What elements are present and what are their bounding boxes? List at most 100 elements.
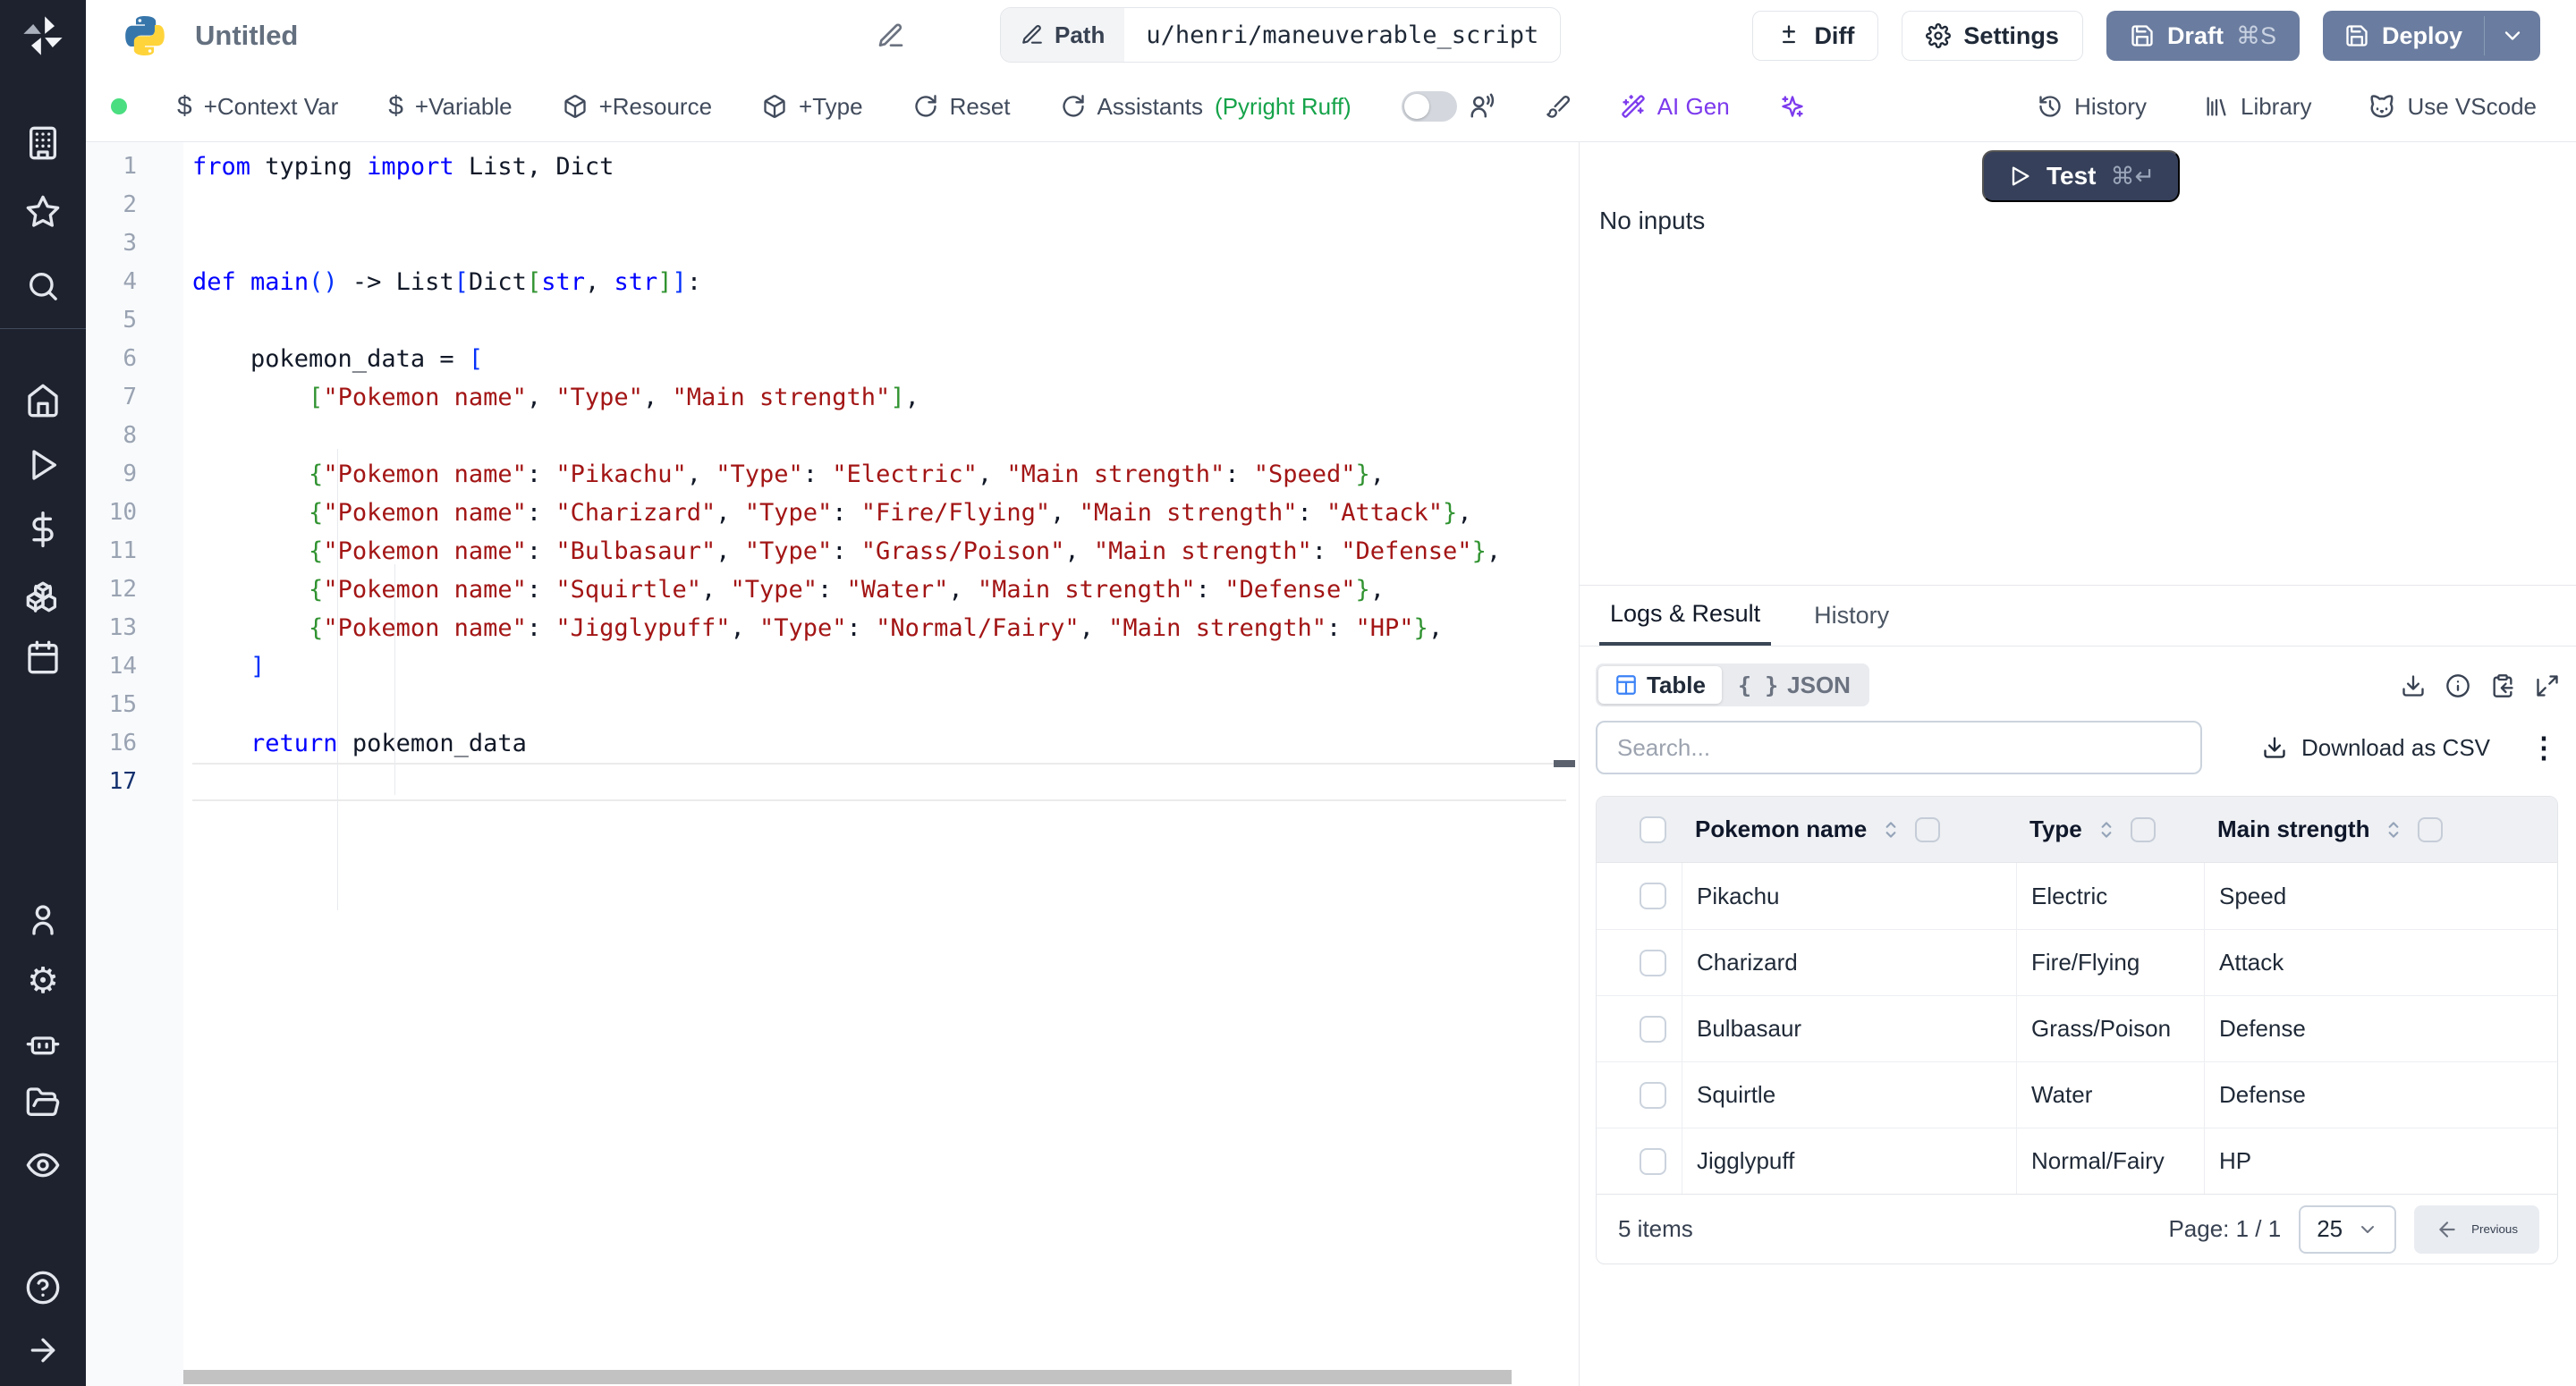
table-menu-kebab[interactable]: ⋮ [2529,731,2558,765]
code-line[interactable] [192,224,1566,263]
tab-history[interactable]: History [1803,586,1900,646]
header: Untitled Path u/henri/maneuverable_scrip… [86,0,2576,72]
assistants-button[interactable]: Assistants (Pyright Ruff) [1061,93,1352,121]
search-icon[interactable] [25,268,61,304]
code-line[interactable]: {"Pokemon name": "Jigglypuff", "Type": "… [192,609,1566,647]
code-lines[interactable]: from typing import List, Dict def main()… [192,142,1566,801]
code-line[interactable]: {"Pokemon name": "Pikachu", "Type": "Ele… [192,455,1566,494]
expand-result-icon[interactable] [2535,673,2560,698]
multiplayer-toggle[interactable] [1402,91,1457,122]
add-resource-button[interactable]: +Resource [563,93,712,121]
column-toggle-checkbox[interactable] [1915,817,1940,842]
table-row[interactable]: SquirtleWaterDefense [1597,1061,2557,1128]
plus-minus-icon [1776,23,1801,48]
code-line[interactable]: def main() -> List[Dict[str, str]]: [192,263,1566,301]
table-cell: Bulbasaur [1682,996,2017,1061]
audit-eye-icon[interactable] [25,1147,61,1183]
edit-summary-pencil-icon[interactable] [877,21,905,50]
no-inputs-label: No inputs [1599,207,1705,235]
line-number: 7 [86,378,183,417]
schedules-calendar-icon[interactable] [25,639,61,675]
test-button[interactable]: Test ⌘↵ [1982,150,2180,202]
sort-icon[interactable] [1879,818,1902,841]
history-button[interactable]: History [2038,93,2147,121]
code-line[interactable]: pokemon_data = [ [192,340,1566,378]
code-line[interactable] [192,686,1566,724]
workspace-building-icon[interactable] [25,125,61,161]
save-icon [2344,23,2369,48]
row-checkbox[interactable] [1640,950,1666,976]
reset-button[interactable]: Reset [913,93,1011,121]
row-checkbox[interactable] [1640,1082,1666,1109]
resources-boxes-icon[interactable] [25,579,61,614]
result-tabs: Logs & Result History [1599,586,1900,646]
table-cell: Attack [2205,930,2557,995]
column-toggle-checkbox[interactable] [2418,817,2443,842]
add-variable-button[interactable]: $ +Variable [388,91,512,122]
add-context-var-button[interactable]: $ +Context Var [177,91,338,122]
table-row[interactable]: PikachuElectricSpeed [1597,863,2557,929]
code-line[interactable] [192,763,1566,801]
row-checkbox[interactable] [1640,1148,1666,1175]
code-line[interactable] [192,417,1566,455]
view-table-button[interactable]: Table [1598,666,1722,704]
deploy-button[interactable]: Deploy [2323,11,2484,61]
sort-icon[interactable] [2095,818,2118,841]
horizontal-scrollbar[interactable] [183,1370,1579,1384]
workers-robot-icon[interactable] [25,1025,61,1061]
library-button[interactable]: Library [2204,93,2311,121]
path-chip[interactable]: Path u/henri/maneuverable_script [1000,7,1561,63]
view-json-button[interactable]: { } JSON [1722,666,1867,704]
code-line[interactable]: {"Pokemon name": "Charizard", "Type": "F… [192,494,1566,532]
sparkles-icon[interactable] [1780,94,1805,119]
braces-icon: { } [1738,672,1778,698]
table-row[interactable]: CharizardFire/FlyingAttack [1597,929,2557,995]
code-line[interactable]: ] [192,647,1566,686]
users-person-icon[interactable] [25,902,61,938]
code-line[interactable]: return pokemon_data [192,724,1566,763]
code-line[interactable]: from typing import List, Dict [192,148,1566,186]
previous-page-button[interactable]: Previous [2414,1205,2539,1254]
home-icon[interactable] [25,383,61,418]
code-line[interactable]: {"Pokemon name": "Bulbasaur", "Type": "G… [192,532,1566,570]
favorites-star-icon[interactable] [25,194,61,230]
scrollbar-thumb[interactable] [183,1370,1512,1384]
test-shortcut: ⌘↵ [2111,163,2156,190]
variables-dollar-icon[interactable] [25,511,61,547]
search-input[interactable] [1596,721,2202,774]
page-size-select[interactable]: 25 [2299,1205,2396,1254]
runs-play-icon[interactable] [25,447,61,483]
library-icon [2204,94,2229,119]
settings-button[interactable]: Settings [1902,11,2083,61]
package-icon [563,94,588,119]
sort-icon[interactable] [2382,818,2405,841]
expand-sidebar-arrow-icon[interactable] [25,1332,61,1368]
draft-button[interactable]: Draft ⌘S [2106,11,2300,61]
info-icon[interactable] [2445,673,2470,698]
ai-gen-button[interactable]: AI Gen [1621,93,1730,121]
code-line[interactable]: {"Pokemon name": "Squirtle", "Type": "Wa… [192,570,1566,609]
diff-button[interactable]: Diff [1752,11,1878,61]
select-all-checkbox[interactable] [1640,816,1666,843]
download-result-icon[interactable] [2401,673,2426,698]
code-line[interactable] [192,186,1566,224]
format-code-button[interactable] [1546,94,1571,119]
code-editor[interactable]: 1234567891011121314151617 from typing im… [86,142,1579,1386]
code-line[interactable] [192,301,1566,340]
folders-icon[interactable] [25,1085,61,1120]
code-line[interactable]: ["Pokemon name", "Type", "Main strength"… [192,378,1566,417]
row-checkbox[interactable] [1640,1016,1666,1043]
table-row[interactable]: JigglypuffNormal/FairyHP [1597,1128,2557,1194]
windmill-logo-icon[interactable] [20,13,66,59]
column-toggle-checkbox[interactable] [2131,817,2156,842]
download-csv-button[interactable]: Download as CSV [2262,734,2490,762]
add-type-button[interactable]: +Type [762,93,863,121]
copy-result-icon[interactable] [2490,673,2515,698]
use-vscode-button[interactable]: Use VScode [2368,93,2537,121]
row-checkbox[interactable] [1640,883,1666,909]
table-row[interactable]: BulbasaurGrass/PoisonDefense [1597,995,2557,1061]
tab-logs-result[interactable]: Logs & Result [1599,586,1771,646]
help-icon[interactable] [25,1270,61,1306]
deploy-dropdown-button[interactable] [2485,11,2540,61]
settings-gear-icon[interactable]: ⚙ [25,963,61,999]
